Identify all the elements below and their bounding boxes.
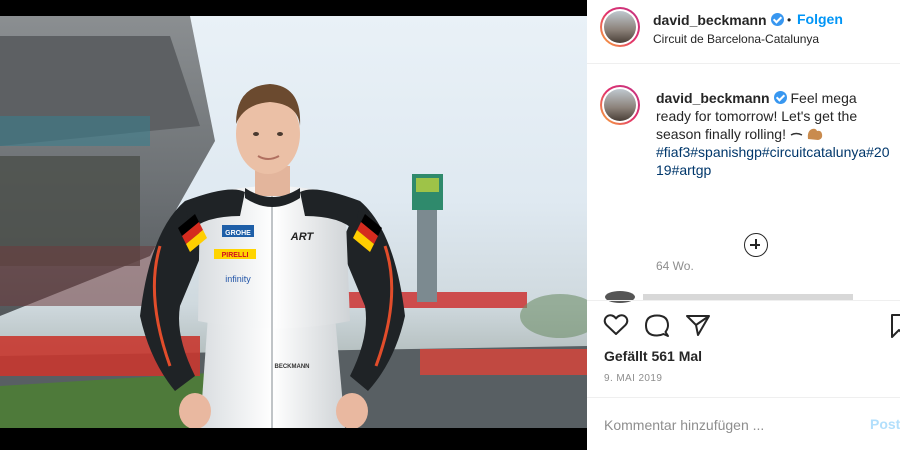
suit-logo-team: ART (290, 231, 315, 243)
heart-icon[interactable] (603, 313, 629, 337)
post-author-username[interactable]: david_beckmann (653, 12, 767, 28)
post-side-panel: david_beckmann • Folgen Circuit de Barce… (587, 0, 900, 450)
caption-username[interactable]: david_beckmann (656, 90, 770, 106)
verified-badge-icon (773, 91, 787, 104)
caption-avatar[interactable] (600, 85, 640, 125)
post-location[interactable]: Circuit de Barcelona-Catalunya (653, 32, 819, 46)
post-header: david_beckmann • Folgen Circuit de Barce… (587, 0, 900, 64)
suit-logo-name: BECKMANN (275, 364, 310, 370)
add-comment-icon[interactable] (744, 233, 768, 257)
caption-area: david_beckmann Feel mega ready for tomor… (587, 65, 900, 303)
follow-button[interactable]: Folgen (797, 11, 843, 27)
suit-logo-sponsor-2: infinity (225, 274, 251, 284)
comment-input[interactable] (604, 414, 854, 436)
suit-logo-sponsor-1: GROHE (225, 230, 251, 237)
profile-picture (604, 11, 636, 43)
post-photo[interactable]: GROHE ART PIRELLI infinity BECKMANN (0, 16, 587, 428)
post-date: 9. MAI 2019 (604, 373, 663, 384)
caption-time-ago: 64 Wo. (656, 259, 694, 273)
comment-bar: Posten (587, 397, 900, 450)
caption-hashtags[interactable]: #fiaf3#spanishgp#circuitcatalunya#2019#a… (656, 144, 890, 178)
verified-badge-icon (770, 13, 784, 26)
post-caption: david_beckmann Feel mega ready for tomor… (656, 89, 892, 179)
bookmark-icon[interactable] (890, 313, 900, 339)
separator-dot: • (787, 13, 792, 27)
post-actions: Gefällt 561 Mal 9. MAI 2019 (587, 300, 900, 396)
caption-profile-picture (604, 89, 636, 121)
post-comment-button[interactable]: Posten (870, 416, 900, 432)
comment-icon[interactable] (644, 313, 670, 339)
suit-logo-tyres: PIRELLI (222, 252, 249, 259)
post-media-pane: GROHE ART PIRELLI infinity BECKMANN (0, 0, 587, 450)
avatar[interactable] (600, 7, 640, 47)
post-author-username-row: david_beckmann (653, 12, 784, 28)
share-icon[interactable] (685, 313, 711, 337)
driver-photo-illustration: GROHE ART PIRELLI infinity BECKMANN (0, 16, 587, 428)
flex-emoji-icon (790, 128, 823, 140)
like-count[interactable]: Gefällt 561 Mal (604, 348, 702, 364)
